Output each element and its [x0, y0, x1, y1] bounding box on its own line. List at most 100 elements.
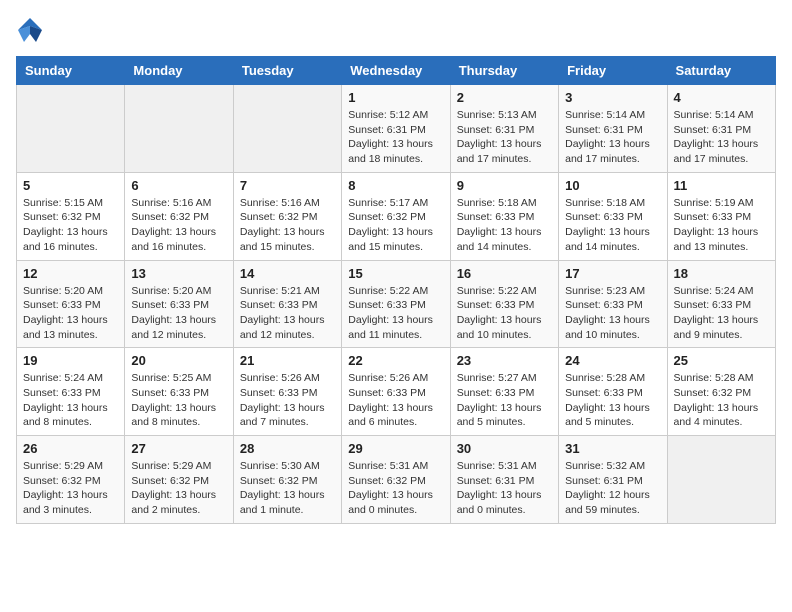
- calendar-cell: 26 Sunrise: 5:29 AM Sunset: 6:32 PM Dayli…: [17, 436, 125, 524]
- day-info: Sunrise: 5:17 AM Sunset: 6:32 PM Dayligh…: [348, 196, 443, 255]
- calendar-week-row: 19Sunrise: 5:24 AM Sunset: 6:33 PM Dayli…: [17, 348, 776, 436]
- day-info: Sunrise: 5:18 AM Sunset: 6:33 PM Dayligh…: [457, 196, 552, 255]
- weekday-header-friday: Friday: [559, 57, 667, 85]
- day-number: 3: [565, 90, 660, 105]
- calendar-cell: 21Sunrise: 5:26 AM Sunset: 6:33 PM Dayli…: [233, 348, 341, 436]
- weekday-header-saturday: Saturday: [667, 57, 775, 85]
- day-number: 12: [23, 266, 118, 281]
- day-info: Sunrise: 5:22 AM Sunset: 6:33 PM Dayligh…: [348, 284, 443, 343]
- day-number: 28: [240, 441, 335, 456]
- calendar-cell: [667, 436, 775, 524]
- day-info: Sunrise: 5:19 AM Sunset: 6:33 PM Dayligh…: [674, 196, 769, 255]
- calendar-cell: 8 Sunrise: 5:17 AM Sunset: 6:32 PM Daylig…: [342, 172, 450, 260]
- day-info: Sunrise: 5:29 AM Sunset: 6:32 PM Dayligh…: [131, 459, 226, 518]
- day-number: 15: [348, 266, 443, 281]
- calendar-cell: [233, 85, 341, 173]
- day-info: Sunrise: 5:20 AM Sunset: 6:33 PM Dayligh…: [131, 284, 226, 343]
- day-number: 25: [674, 353, 769, 368]
- day-info: Sunrise: 5:16 AM Sunset: 6:32 PM Dayligh…: [240, 196, 335, 255]
- calendar-cell: 23 Sunrise: 5:27 AM Sunset: 6:33 PM Dayli…: [450, 348, 558, 436]
- logo-icon: [16, 16, 44, 44]
- day-info: Sunrise: 5:28 AM Sunset: 6:33 PM Dayligh…: [565, 371, 660, 430]
- calendar-cell: 7 Sunrise: 5:16 AM Sunset: 6:32 PM Daylig…: [233, 172, 341, 260]
- calendar-cell: 11 Sunrise: 5:19 AM Sunset: 6:33 PM Dayli…: [667, 172, 775, 260]
- calendar-cell: 31 Sunrise: 5:32 AM Sunset: 6:31 PM Dayli…: [559, 436, 667, 524]
- calendar-cell: 9 Sunrise: 5:18 AM Sunset: 6:33 PM Daylig…: [450, 172, 558, 260]
- day-info: Sunrise: 5:16 AM Sunset: 6:32 PM Dayligh…: [131, 196, 226, 255]
- day-number: 7: [240, 178, 335, 193]
- day-info: Sunrise: 5:23 AM Sunset: 6:33 PM Dayligh…: [565, 284, 660, 343]
- calendar-cell: 6 Sunrise: 5:16 AM Sunset: 6:32 PM Daylig…: [125, 172, 233, 260]
- day-info: Sunrise: 5:14 AM Sunset: 6:31 PM Dayligh…: [674, 108, 769, 167]
- day-number: 5: [23, 178, 118, 193]
- day-number: 19: [23, 353, 118, 368]
- calendar-cell: 5 Sunrise: 5:15 AM Sunset: 6:32 PM Daylig…: [17, 172, 125, 260]
- calendar-cell: 27 Sunrise: 5:29 AM Sunset: 6:32 PM Dayli…: [125, 436, 233, 524]
- calendar-table: SundayMondayTuesdayWednesdayThursdayFrid…: [16, 56, 776, 524]
- day-number: 29: [348, 441, 443, 456]
- day-info: Sunrise: 5:22 AM Sunset: 6:33 PM Dayligh…: [457, 284, 552, 343]
- day-info: Sunrise: 5:25 AM Sunset: 6:33 PM Dayligh…: [131, 371, 226, 430]
- weekday-header-sunday: Sunday: [17, 57, 125, 85]
- day-info: Sunrise: 5:20 AM Sunset: 6:33 PM Dayligh…: [23, 284, 118, 343]
- calendar-week-row: 1 Sunrise: 5:12 AM Sunset: 6:31 PM Daylig…: [17, 85, 776, 173]
- calendar-cell: 12 Sunrise: 5:20 AM Sunset: 6:33 PM Dayli…: [17, 260, 125, 348]
- day-info: Sunrise: 5:28 AM Sunset: 6:32 PM Dayligh…: [674, 371, 769, 430]
- calendar-cell: 25 Sunrise: 5:28 AM Sunset: 6:32 PM Dayli…: [667, 348, 775, 436]
- day-number: 27: [131, 441, 226, 456]
- day-number: 13: [131, 266, 226, 281]
- calendar-cell: 4Sunrise: 5:14 AM Sunset: 6:31 PM Daylig…: [667, 85, 775, 173]
- day-number: 1: [348, 90, 443, 105]
- calendar-cell: 1 Sunrise: 5:12 AM Sunset: 6:31 PM Daylig…: [342, 85, 450, 173]
- day-info: Sunrise: 5:31 AM Sunset: 6:31 PM Dayligh…: [457, 459, 552, 518]
- day-info: Sunrise: 5:30 AM Sunset: 6:32 PM Dayligh…: [240, 459, 335, 518]
- day-info: Sunrise: 5:26 AM Sunset: 6:33 PM Dayligh…: [240, 371, 335, 430]
- weekday-header-wednesday: Wednesday: [342, 57, 450, 85]
- calendar-week-row: 26 Sunrise: 5:29 AM Sunset: 6:32 PM Dayli…: [17, 436, 776, 524]
- day-number: 9: [457, 178, 552, 193]
- day-number: 20: [131, 353, 226, 368]
- day-info: Sunrise: 5:12 AM Sunset: 6:31 PM Dayligh…: [348, 108, 443, 167]
- calendar-cell: 22Sunrise: 5:26 AM Sunset: 6:33 PM Dayli…: [342, 348, 450, 436]
- day-number: 2: [457, 90, 552, 105]
- day-info: Sunrise: 5:29 AM Sunset: 6:32 PM Dayligh…: [23, 459, 118, 518]
- calendar-cell: [17, 85, 125, 173]
- calendar-cell: 18Sunrise: 5:24 AM Sunset: 6:33 PM Dayli…: [667, 260, 775, 348]
- day-info: Sunrise: 5:18 AM Sunset: 6:33 PM Dayligh…: [565, 196, 660, 255]
- calendar-cell: 20 Sunrise: 5:25 AM Sunset: 6:33 PM Dayli…: [125, 348, 233, 436]
- calendar-cell: 28 Sunrise: 5:30 AM Sunset: 6:32 PM Dayli…: [233, 436, 341, 524]
- day-info: Sunrise: 5:32 AM Sunset: 6:31 PM Dayligh…: [565, 459, 660, 518]
- weekday-header-row: SundayMondayTuesdayWednesdayThursdayFrid…: [17, 57, 776, 85]
- day-number: 6: [131, 178, 226, 193]
- day-number: 14: [240, 266, 335, 281]
- day-number: 24: [565, 353, 660, 368]
- calendar-cell: 3Sunrise: 5:14 AM Sunset: 6:31 PM Daylig…: [559, 85, 667, 173]
- page-header: [16, 16, 776, 44]
- day-info: Sunrise: 5:15 AM Sunset: 6:32 PM Dayligh…: [23, 196, 118, 255]
- calendar-week-row: 5 Sunrise: 5:15 AM Sunset: 6:32 PM Daylig…: [17, 172, 776, 260]
- day-number: 18: [674, 266, 769, 281]
- day-number: 16: [457, 266, 552, 281]
- calendar-cell: 17Sunrise: 5:23 AM Sunset: 6:33 PM Dayli…: [559, 260, 667, 348]
- day-number: 10: [565, 178, 660, 193]
- calendar-cell: 16 Sunrise: 5:22 AM Sunset: 6:33 PM Dayli…: [450, 260, 558, 348]
- calendar-cell: 10 Sunrise: 5:18 AM Sunset: 6:33 PM Dayli…: [559, 172, 667, 260]
- day-number: 23: [457, 353, 552, 368]
- calendar-cell: 14 Sunrise: 5:21 AM Sunset: 6:33 PM Dayli…: [233, 260, 341, 348]
- calendar-cell: 30Sunrise: 5:31 AM Sunset: 6:31 PM Dayli…: [450, 436, 558, 524]
- calendar-cell: 19Sunrise: 5:24 AM Sunset: 6:33 PM Dayli…: [17, 348, 125, 436]
- calendar-cell: 13 Sunrise: 5:20 AM Sunset: 6:33 PM Dayli…: [125, 260, 233, 348]
- weekday-header-tuesday: Tuesday: [233, 57, 341, 85]
- weekday-header-monday: Monday: [125, 57, 233, 85]
- calendar-cell: 15 Sunrise: 5:22 AM Sunset: 6:33 PM Dayli…: [342, 260, 450, 348]
- day-number: 26: [23, 441, 118, 456]
- calendar-week-row: 12 Sunrise: 5:20 AM Sunset: 6:33 PM Dayli…: [17, 260, 776, 348]
- day-info: Sunrise: 5:27 AM Sunset: 6:33 PM Dayligh…: [457, 371, 552, 430]
- day-info: Sunrise: 5:21 AM Sunset: 6:33 PM Dayligh…: [240, 284, 335, 343]
- day-number: 31: [565, 441, 660, 456]
- day-number: 8: [348, 178, 443, 193]
- calendar-cell: 2Sunrise: 5:13 AM Sunset: 6:31 PM Daylig…: [450, 85, 558, 173]
- calendar-cell: [125, 85, 233, 173]
- day-info: Sunrise: 5:26 AM Sunset: 6:33 PM Dayligh…: [348, 371, 443, 430]
- day-number: 11: [674, 178, 769, 193]
